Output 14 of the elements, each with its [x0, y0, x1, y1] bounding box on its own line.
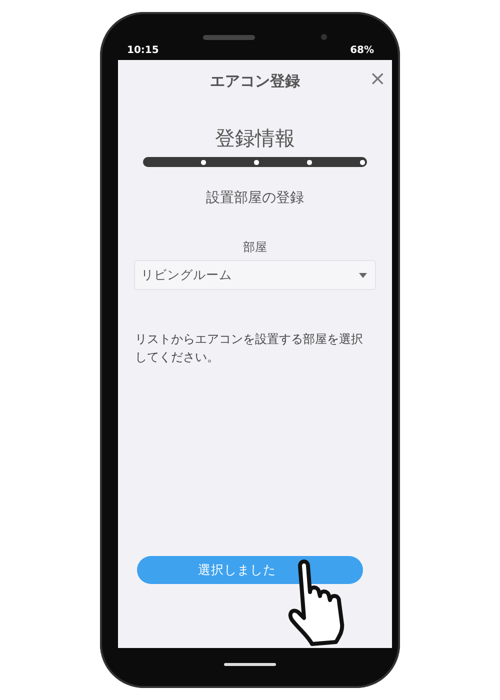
caret-icon: [359, 272, 367, 278]
speaker-icon: [203, 35, 255, 40]
confirm-button[interactable]: 選択しました: [137, 556, 363, 584]
field-label: 部屋: [243, 240, 267, 255]
close-button[interactable]: ×: [369, 68, 386, 88]
camera-icon: [321, 34, 327, 40]
step-title: 設置部屋の登録: [206, 189, 304, 207]
instruction-text: リストからエアコンを設置する部屋を選択してください。: [135, 331, 364, 366]
battery-level: 68%: [350, 44, 374, 56]
home-indicator[interactable]: [224, 662, 276, 666]
status-time: 10:15: [127, 44, 159, 56]
screen-title: エアコン登録: [210, 72, 300, 90]
room-dropdown[interactable]: リビングルーム: [134, 260, 376, 290]
section-title: 登録情報: [215, 126, 295, 150]
